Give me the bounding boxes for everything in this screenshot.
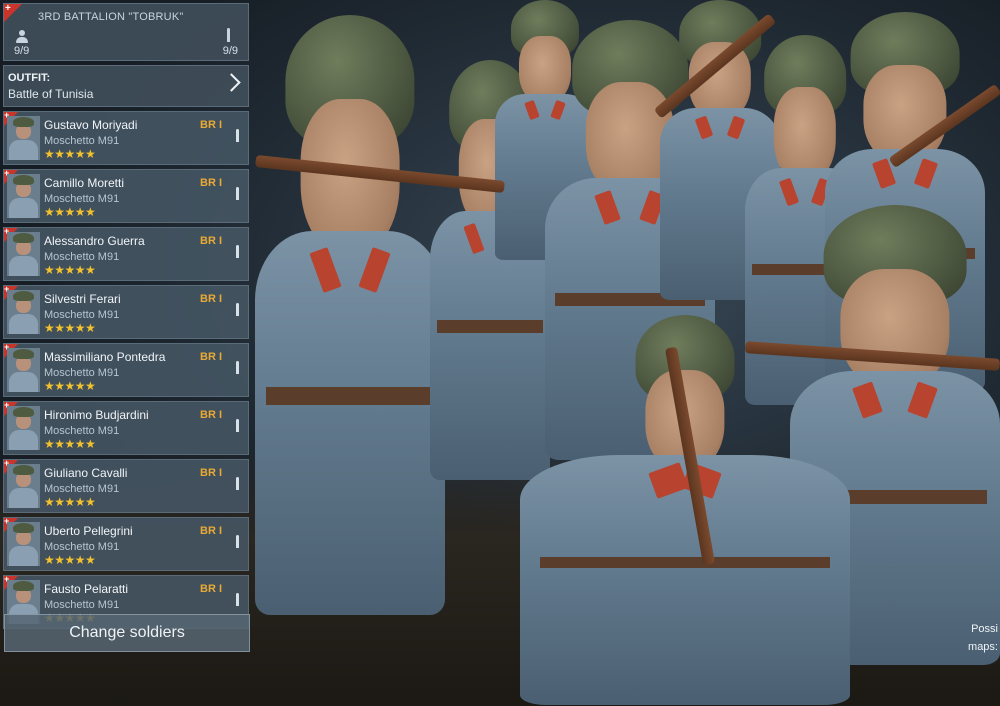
rank-badge: BR I — [200, 583, 222, 595]
ammo-icon — [236, 535, 239, 548]
possible-maps-hint: Possi maps: — [968, 620, 998, 656]
rank-badge: BR I — [200, 177, 222, 189]
soldier-row[interactable]: Hironimo Budjardini Moschetto M91 ★★★★★ … — [3, 400, 249, 455]
soldier-portrait — [7, 348, 40, 392]
soldier-name: Silvestri Ferari — [44, 292, 121, 306]
star-rating: ★★★★★ — [44, 553, 96, 567]
ammo-icon — [236, 361, 239, 374]
soldier-row[interactable]: Alessandro Guerra Moschetto M91 ★★★★★ BR… — [3, 226, 249, 281]
soldier-portrait — [7, 406, 40, 450]
rank-badge: BR I — [200, 293, 222, 305]
soldier-portrait — [7, 464, 40, 508]
soldier-name: Giuliano Cavalli — [44, 466, 128, 480]
rank-badge: BR I — [200, 467, 222, 479]
soldier-figure — [255, 15, 445, 615]
soldier-portrait — [7, 232, 40, 276]
soldier-name: Uberto Pellegrini — [44, 524, 133, 538]
rank-badge: BR I — [200, 351, 222, 363]
star-rating: ★★★★★ — [44, 437, 96, 451]
ammo-icon — [236, 303, 239, 316]
ammo-icon — [227, 28, 230, 42]
soldier-portrait — [7, 522, 40, 566]
battalion-name: 3RD BATTALION "TOBRUK" — [38, 11, 184, 23]
outfit-selector[interactable]: OUTFIT: Battle of Tunisia — [3, 65, 249, 107]
soldier-name: Hironimo Budjardini — [44, 408, 149, 422]
soldier-figure — [520, 315, 850, 705]
soldier-weapon: Moschetto M91 — [44, 425, 120, 437]
soldier-row[interactable]: Gustavo Moriyadi Moschetto M91 ★★★★★ BR … — [3, 110, 249, 165]
star-rating: ★★★★★ — [44, 205, 96, 219]
soldier-name: Alessandro Guerra — [44, 234, 145, 248]
soldier-weapon: Moschetto M91 — [44, 599, 120, 611]
battalion-header[interactable]: 3RD BATTALION "TOBRUK" 9/9 9/9 — [3, 3, 249, 61]
change-soldiers-button[interactable]: Change soldiers — [4, 614, 250, 652]
chevron-right-icon — [222, 73, 241, 92]
soldier-name: Gustavo Moriyadi — [44, 118, 138, 132]
soldier-row[interactable]: Camillo Moretti Moschetto M91 ★★★★★ BR I — [3, 168, 249, 223]
ammo-icon — [236, 419, 239, 432]
soldier-weapon: Moschetto M91 — [44, 309, 120, 321]
ammo-count: 9/9 — [222, 45, 238, 57]
star-rating: ★★★★★ — [44, 263, 96, 277]
soldier-name: Fausto Pelaratti — [44, 582, 129, 596]
star-rating: ★★★★★ — [44, 321, 96, 335]
outfit-label: OUTFIT: — [8, 72, 51, 84]
soldier-row[interactable]: Massimiliano Pontedra Moschetto M91 ★★★★… — [3, 342, 249, 397]
soldier-weapon: Moschetto M91 — [44, 135, 120, 147]
soldier-row[interactable]: Giuliano Cavalli Moschetto M91 ★★★★★ BR … — [3, 458, 249, 513]
ammo-icon — [236, 593, 239, 606]
soldier-count: 9/9 — [14, 45, 30, 57]
ammo-icon — [236, 245, 239, 258]
ammo-icon — [236, 129, 239, 142]
rank-badge: BR I — [200, 119, 222, 131]
person-icon — [16, 30, 28, 44]
soldier-list: Gustavo Moriyadi Moschetto M91 ★★★★★ BR … — [3, 110, 249, 629]
rank-badge: BR I — [200, 525, 222, 537]
soldier-portrait — [7, 174, 40, 218]
rank-badge: BR I — [200, 235, 222, 247]
star-rating: ★★★★★ — [44, 495, 96, 509]
outfit-value: Battle of Tunisia — [8, 87, 94, 101]
soldier-name: Massimiliano Pontedra — [44, 350, 166, 364]
soldier-row[interactable]: Uberto Pellegrini Moschetto M91 ★★★★★ BR… — [3, 516, 249, 571]
soldier-weapon: Moschetto M91 — [44, 367, 120, 379]
star-rating: ★★★★★ — [44, 379, 96, 393]
star-rating: ★★★★★ — [44, 147, 96, 161]
soldier-weapon: Moschetto M91 — [44, 193, 120, 205]
soldier-name: Camillo Moretti — [44, 176, 125, 190]
soldier-portrait — [7, 290, 40, 334]
flag-badge — [4, 3, 22, 22]
soldier-row[interactable]: Silvestri Ferari Moschetto M91 ★★★★★ BR … — [3, 284, 249, 339]
soldier-weapon: Moschetto M91 — [44, 541, 120, 553]
squad-panel: 3RD BATTALION "TOBRUK" 9/9 9/9 OUTFIT: B… — [3, 3, 249, 629]
rank-badge: BR I — [200, 409, 222, 421]
soldier-portrait — [7, 116, 40, 160]
soldier-weapon: Moschetto M91 — [44, 251, 120, 263]
ammo-icon — [236, 477, 239, 490]
hint-line-1: Possi — [971, 623, 998, 635]
ammo-icon — [236, 187, 239, 200]
hint-line-2: maps: — [968, 641, 998, 653]
soldier-weapon: Moschetto M91 — [44, 483, 120, 495]
